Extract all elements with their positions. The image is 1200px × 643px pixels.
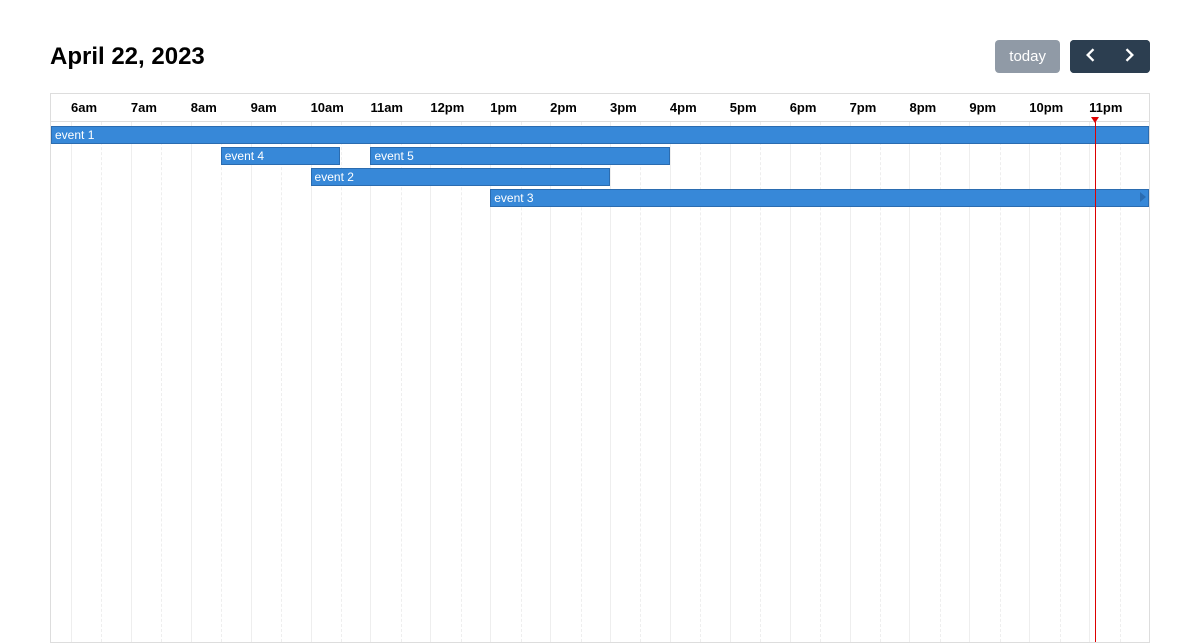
time-slot: 8pm [909, 94, 969, 121]
event-title: event 2 [315, 170, 354, 184]
calendar-header: April 22, 2023 today [50, 40, 1150, 73]
time-slot: 6pm [790, 94, 850, 121]
grid-column [251, 122, 311, 642]
time-slot: 7pm [850, 94, 910, 121]
event-title: event 3 [494, 191, 533, 205]
grid-column [430, 122, 490, 642]
grid-column [311, 122, 371, 642]
time-slot: 5pm [730, 94, 790, 121]
prev-button[interactable] [1070, 40, 1110, 73]
chevron-left-icon [1084, 48, 1096, 65]
now-indicator [1095, 122, 1096, 642]
time-slot: 3pm [610, 94, 670, 121]
time-slot: 4pm [670, 94, 730, 121]
event-title: event 4 [225, 149, 264, 163]
timeline-event[interactable]: event 2 [311, 168, 610, 186]
time-slot: 12pm [430, 94, 490, 121]
page-title: April 22, 2023 [50, 43, 205, 71]
chevron-right-icon [1124, 48, 1136, 65]
timeline-event[interactable]: event 5 [370, 147, 669, 165]
nav-button-group [1070, 40, 1150, 73]
event-title: event 1 [55, 128, 94, 142]
time-slot: 1pm [490, 94, 550, 121]
header-controls: today [995, 40, 1150, 73]
timeline-body[interactable]: event 1 event 4 event 5 event 2 event 3 [51, 122, 1149, 642]
grid-column [131, 122, 191, 642]
time-slot: 11am [370, 94, 430, 121]
timeline-event[interactable]: event 1 [51, 126, 1149, 144]
time-slot: 9pm [969, 94, 1029, 121]
grid-column [370, 122, 430, 642]
time-slot: 2pm [550, 94, 610, 121]
time-slot: 8am [191, 94, 251, 121]
timeline-event[interactable]: event 3 [490, 189, 1149, 207]
time-slot: 7am [131, 94, 191, 121]
grid-column [191, 122, 251, 642]
time-slot: 10pm [1029, 94, 1089, 121]
continues-right-icon [1140, 192, 1146, 202]
event-title: event 5 [374, 149, 413, 163]
time-axis-header: 6am7am8am9am10am11am12pm1pm2pm3pm4pm5pm6… [51, 94, 1149, 122]
today-button[interactable]: today [995, 40, 1060, 73]
time-slot: 10am [311, 94, 371, 121]
time-slot: 6am [71, 94, 131, 121]
time-slot: 9am [251, 94, 311, 121]
next-button[interactable] [1110, 40, 1150, 73]
timeline-calendar: 6am7am8am9am10am11am12pm1pm2pm3pm4pm5pm6… [50, 93, 1150, 643]
grid-column [71, 122, 131, 642]
timeline-event[interactable]: event 4 [221, 147, 341, 165]
